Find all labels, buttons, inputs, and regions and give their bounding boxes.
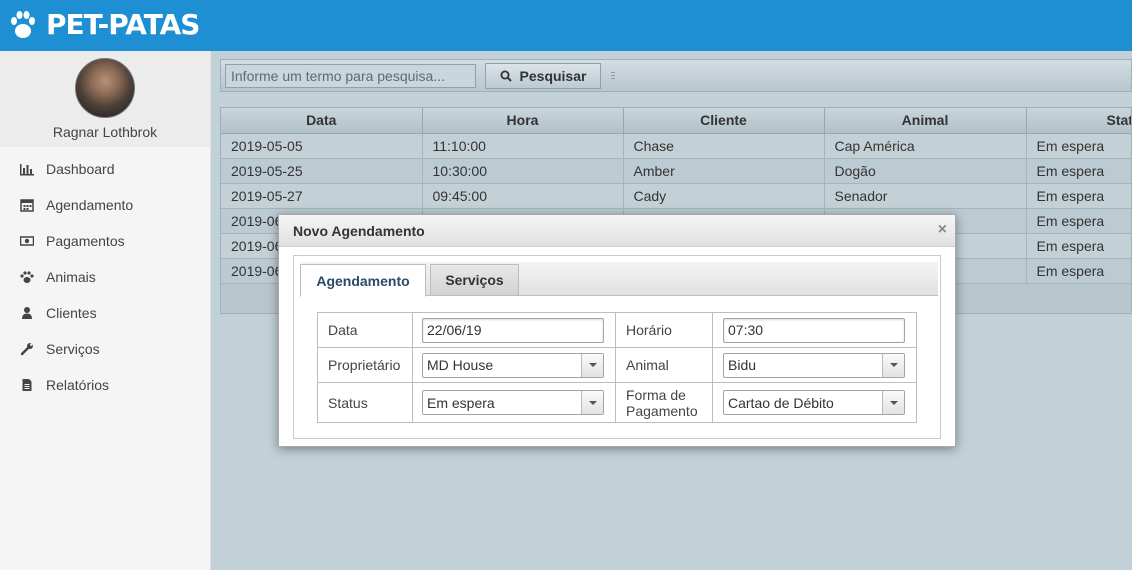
sidebar-item-label: Clientes	[46, 305, 97, 321]
appointment-form: Data Horário Proprietário MD House Anima…	[317, 312, 917, 423]
sidebar-item-label: Relatórios	[46, 377, 110, 393]
tab-bar: Agendamento Serviços	[300, 262, 938, 297]
search-button-label: Pesquisar	[519, 68, 587, 84]
tab-servicos[interactable]: Serviços	[430, 264, 519, 296]
payment-method-label: Forma de Pagamento	[615, 382, 713, 423]
table-cell: Em espera	[1026, 183, 1131, 209]
animal-select-value: Bidu	[728, 357, 757, 373]
new-appointment-dialog: Novo Agendamento × Agendamento Serviços …	[278, 214, 956, 447]
dialog-title: Novo Agendamento	[293, 222, 425, 239]
brand-name: PET-PATAS	[46, 8, 200, 41]
column-header-data[interactable]: Data	[221, 108, 423, 134]
table-row[interactable]: 2019-05-05 11:10:00 Chase Cap América Em…	[221, 133, 1131, 159]
sidebar-item-clientes[interactable]: Clientes	[0, 295, 210, 331]
sidebar-item-label: Serviços	[46, 341, 100, 357]
avatar	[75, 58, 135, 118]
table-cell: Em espera	[1026, 233, 1131, 259]
column-header-animal[interactable]: Animal	[824, 108, 1027, 134]
table-cell: Dogão	[824, 158, 1027, 184]
sidebar-menu: Dashboard Agendamento Pagamentos Animais…	[0, 147, 210, 403]
sidebar: Ragnar Lothbrok Dashboard Agendamento Pa…	[0, 51, 211, 570]
table-cell: 10:30:00	[422, 158, 624, 184]
table-cell: Em espera	[1026, 158, 1131, 184]
animal-label: Animal	[615, 347, 713, 383]
table-row[interactable]: 2019-05-25 10:30:00 Amber Dogão Em esper…	[221, 158, 1131, 184]
table-cell: 2019-05-27	[221, 183, 423, 209]
top-bar: PET-PATAS	[0, 0, 1132, 51]
chevron-down-icon[interactable]	[581, 391, 603, 414]
sidebar-item-label: Animais	[46, 269, 96, 285]
money-icon	[20, 234, 34, 248]
table-cell: Cady	[623, 183, 825, 209]
status-select-value: Em espera	[427, 394, 495, 411]
table-cell: 2019-05-25	[221, 158, 423, 184]
sidebar-item-relatorios[interactable]: Relatórios	[0, 367, 210, 403]
owner-select-value: MD House	[427, 357, 494, 373]
sidebar-item-label: Agendamento	[46, 197, 134, 213]
bar-chart-icon	[20, 162, 34, 176]
sidebar-item-label: Pagamentos	[46, 233, 125, 249]
sidebar-item-dashboard[interactable]: Dashboard	[0, 151, 210, 187]
payment-method-label-line1: Forma de	[626, 386, 686, 403]
table-cell: Chase	[623, 133, 825, 159]
user-profile: Ragnar Lothbrok	[0, 51, 210, 147]
search-toolbar: Pesquisar	[220, 59, 1132, 92]
sidebar-item-servicos[interactable]: Serviços	[0, 331, 210, 367]
brand-logo[interactable]: PET-PATAS	[10, 7, 200, 43]
user-icon	[20, 306, 34, 320]
horario-label: Horário	[615, 312, 713, 348]
sidebar-item-label: Dashboard	[46, 161, 115, 177]
payment-method-select[interactable]: Cartao de Débito	[723, 390, 905, 415]
table-cell: 2019-05-05	[221, 133, 423, 159]
search-input[interactable]	[225, 64, 476, 88]
user-name: Ragnar Lothbrok	[52, 124, 158, 140]
toolbar-grip	[611, 72, 615, 81]
dialog-body: Agendamento Serviços Data Horário Propri…	[293, 255, 941, 439]
column-header-hora[interactable]: Hora	[422, 108, 624, 134]
paw-icon	[11, 11, 35, 38]
search-button[interactable]: Pesquisar	[485, 63, 601, 89]
table-cell: Em espera	[1026, 258, 1131, 284]
table-cell: Cap América	[824, 133, 1027, 159]
data-label: Data	[317, 312, 413, 348]
payment-method-select-value: Cartao de Débito	[728, 394, 834, 411]
sidebar-item-animais[interactable]: Animais	[0, 259, 210, 295]
proprietario-label: Proprietário	[317, 347, 413, 383]
chevron-down-icon[interactable]	[882, 391, 904, 414]
wrench-icon	[20, 342, 34, 356]
table-cell: Em espera	[1026, 133, 1131, 159]
column-header-cliente[interactable]: Cliente	[623, 108, 825, 134]
table-cell: Em espera	[1026, 208, 1131, 234]
time-field[interactable]	[723, 317, 905, 343]
chevron-down-icon[interactable]	[882, 353, 904, 377]
date-field[interactable]	[422, 317, 604, 343]
table-row[interactable]: 2019-05-27 09:45:00 Cady Senador Em espe…	[221, 183, 1131, 209]
dialog-header[interactable]: Novo Agendamento	[279, 215, 955, 247]
table-cell: 09:45:00	[422, 183, 624, 209]
column-header-status[interactable]: Status	[1026, 108, 1131, 134]
animal-select[interactable]: Bidu	[723, 352, 905, 378]
status-label: Status	[317, 382, 413, 423]
payment-method-label-line2: Pagamento	[626, 402, 698, 419]
tab-agendamento[interactable]: Agendamento	[300, 264, 426, 297]
chevron-down-icon[interactable]	[581, 353, 603, 377]
sidebar-item-pagamentos[interactable]: Pagamentos	[0, 223, 210, 259]
calendar-icon	[20, 198, 34, 212]
close-icon[interactable]: ×	[938, 221, 947, 239]
sidebar-item-agendamento[interactable]: Agendamento	[0, 187, 210, 223]
status-select[interactable]: Em espera	[422, 390, 604, 415]
owner-select[interactable]: MD House	[422, 352, 604, 378]
search-icon	[500, 70, 512, 82]
table-cell: Amber	[623, 158, 825, 184]
file-icon	[20, 378, 34, 392]
table-cell: 11:10:00	[422, 133, 624, 159]
paw-icon	[20, 270, 34, 284]
table-cell: Senador	[824, 183, 1027, 209]
